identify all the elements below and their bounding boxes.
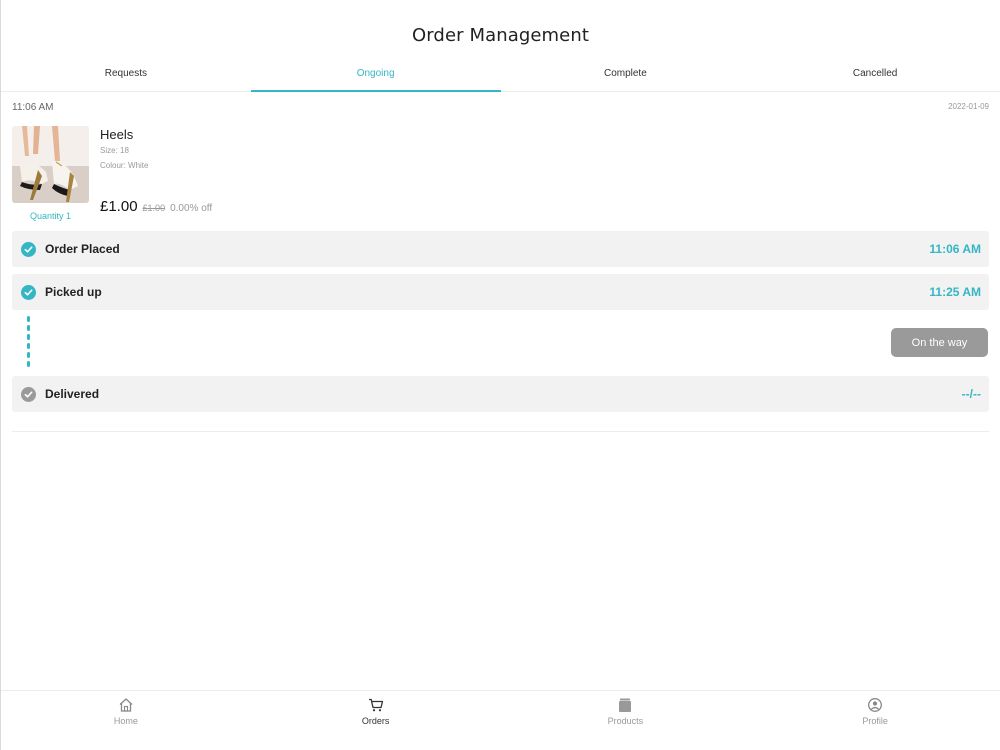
tab-requests[interactable]: Requests (1, 56, 251, 91)
product-quantity: Quantity 1 (29, 211, 72, 221)
step-order-placed: Order Placed 11:06 AM (12, 231, 989, 267)
on-the-way-button[interactable]: On the way (891, 328, 988, 357)
nav-label: Profile (862, 716, 888, 726)
product-card[interactable]: Quantity 1 Heels Size: 18 Colour: White … (12, 126, 412, 226)
check-circle-icon (21, 284, 36, 300)
tab-cancelled[interactable]: Cancelled (750, 56, 1000, 91)
tab-ongoing[interactable]: Ongoing (250, 56, 501, 92)
order-date: 2022-01-09 (948, 102, 989, 111)
app-frame: Order Management Requests Ongoing Comple… (0, 0, 1000, 750)
nav-label: Home (113, 716, 138, 726)
step-delivered: Delivered --/-- (12, 376, 989, 412)
step-time: 11:25 AM (929, 285, 981, 299)
product-name: Heels (100, 127, 134, 142)
price-row: £1.00 £1.00 0.00% off (100, 198, 212, 215)
check-circle-icon (21, 241, 36, 257)
tab-complete[interactable]: Complete (501, 56, 751, 91)
step-picked-up: Picked up 11:25 AM (12, 274, 989, 310)
section-divider (12, 431, 989, 432)
nav-label: Orders (361, 716, 390, 726)
order-meta: 11:06 AM 2022-01-09 (12, 102, 989, 113)
step-label: Delivered (45, 387, 100, 401)
product-image[interactable] (12, 126, 89, 203)
cart-icon (368, 697, 384, 713)
step-label: Order Placed (45, 242, 120, 256)
product-old-price: £1.00 (142, 203, 166, 213)
product-colour: Colour: White (100, 161, 149, 170)
order-time: 11:06 AM (12, 102, 54, 113)
nav-label: Products (607, 716, 644, 726)
nav-products[interactable]: Products (501, 691, 751, 728)
nav-orders[interactable]: Orders (251, 691, 501, 728)
product-size: Size: 18 (100, 146, 129, 155)
profile-icon (867, 697, 883, 713)
order-tabs: Requests Ongoing Complete Cancelled (1, 56, 1000, 92)
bottom-nav: Home Orders Products Profile (1, 690, 1000, 728)
heels-photo (12, 126, 89, 203)
home-icon (118, 697, 134, 713)
check-circle-icon (21, 386, 36, 402)
step-time: --/-- (961, 387, 981, 401)
step-label: Picked up (45, 285, 102, 299)
box-icon (617, 697, 633, 713)
step-time: 11:06 AM (929, 242, 981, 256)
product-price: £1.00 (100, 198, 138, 215)
progress-dashed-line (27, 316, 30, 368)
nav-home[interactable]: Home (1, 691, 251, 728)
product-discount: 0.00% off (170, 203, 213, 214)
nav-profile[interactable]: Profile (750, 691, 1000, 728)
page-title: Order Management (411, 24, 590, 46)
